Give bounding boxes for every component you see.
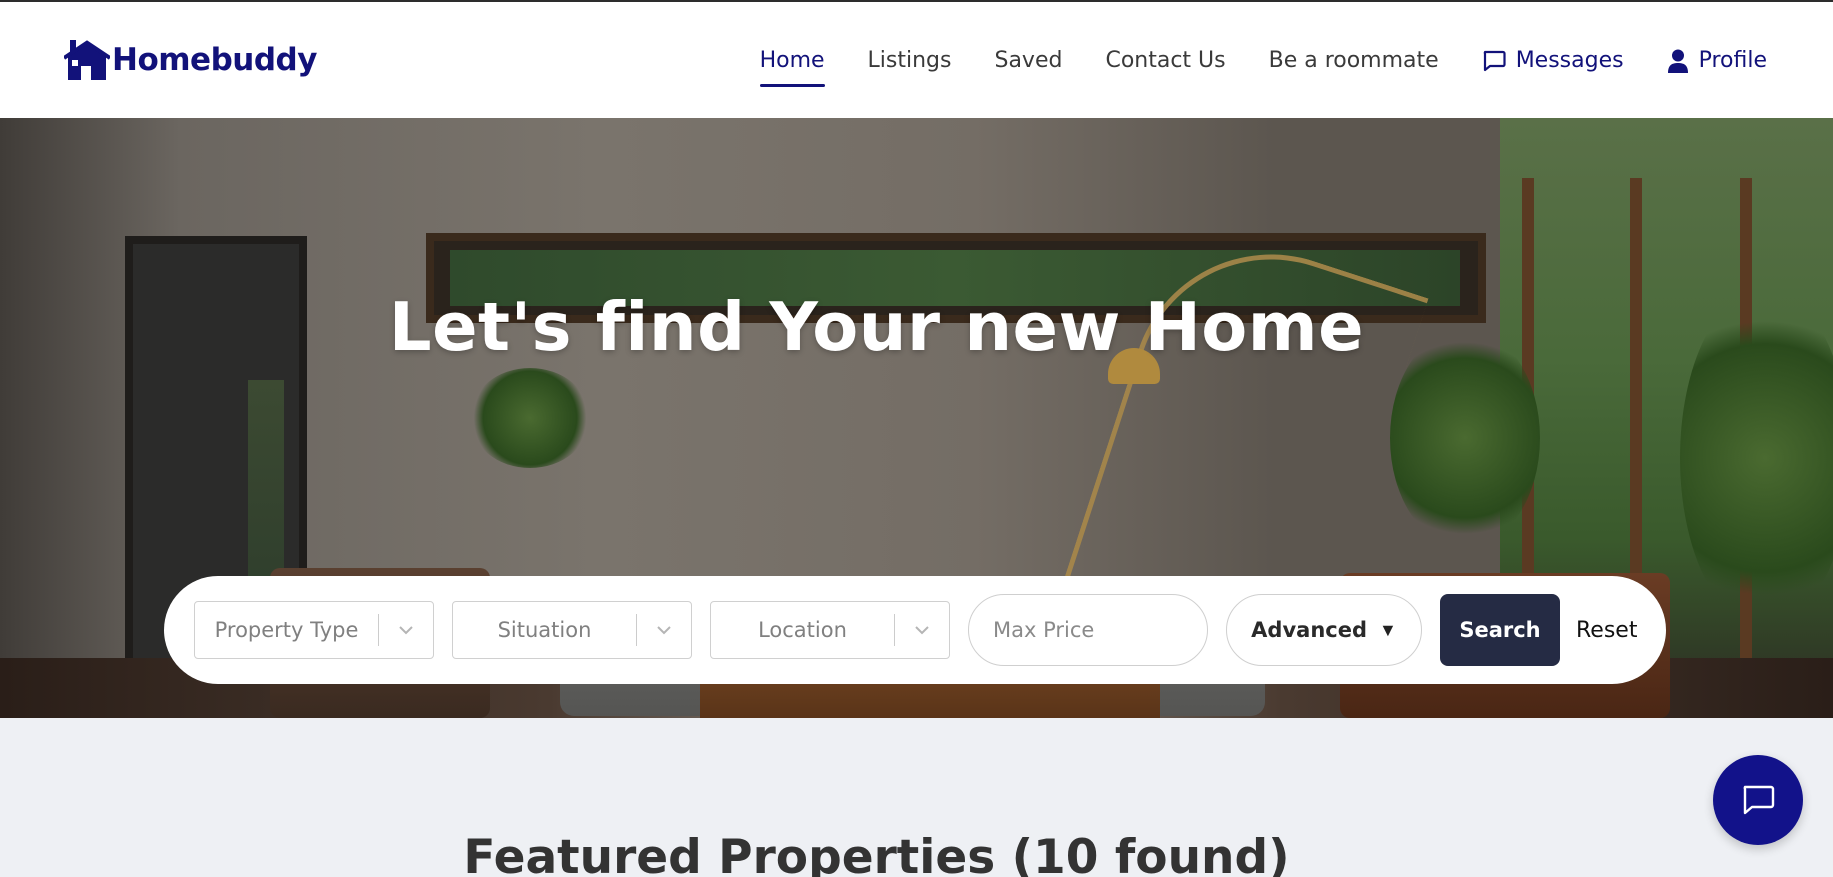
nav-contact-us[interactable]: Contact Us [1105, 48, 1225, 73]
max-price-input[interactable]: Max Price [968, 594, 1208, 666]
chat-bubble-icon [1483, 50, 1506, 71]
nav-saved[interactable]: Saved [994, 48, 1062, 73]
location-select[interactable]: Location [710, 601, 950, 659]
reset-button-label: Reset [1576, 617, 1638, 643]
search-button[interactable]: Search [1440, 594, 1560, 666]
nav-listings[interactable]: Listings [868, 48, 952, 73]
max-price-placeholder: Max Price [993, 618, 1095, 642]
main-nav: Home Listings Saved Contact Us Be a room… [759, 48, 1767, 87]
property-type-select[interactable]: Property Type [194, 601, 434, 659]
nav-profile[interactable]: Profile [1667, 48, 1767, 73]
advanced-filters-button[interactable]: Advanced ▼ [1226, 594, 1422, 666]
location-placeholder: Location [758, 618, 847, 642]
brand-name: Homebuddy [112, 42, 317, 78]
top-navbar: Homebuddy Home Listings Saved Contact Us… [0, 2, 1833, 118]
chat-bubble-icon [1743, 785, 1775, 815]
situation-placeholder: Situation [497, 618, 592, 642]
user-icon [1667, 49, 1688, 73]
hero-title: Let's find Your new Home [388, 288, 1365, 366]
nav-profile-label: Profile [1698, 48, 1767, 73]
search-button-label: Search [1459, 618, 1541, 642]
featured-properties-heading: Featured Properties (10 found) [463, 830, 1290, 877]
nav-messages-label: Messages [1515, 48, 1624, 73]
chevron-down-icon[interactable] [895, 625, 949, 635]
chat-fab-button[interactable] [1713, 755, 1803, 845]
chevron-down-icon[interactable] [379, 625, 433, 635]
reset-button[interactable]: Reset [1576, 594, 1637, 666]
nav-messages[interactable]: Messages [1482, 48, 1624, 73]
brand-logo[interactable]: Homebuddy [64, 38, 317, 82]
plant-decor [470, 368, 590, 468]
chevron-down-icon[interactable] [637, 625, 691, 635]
property-type-placeholder: Property Type [214, 618, 359, 642]
nav-be-a-roommate[interactable]: Be a roommate [1269, 48, 1439, 73]
hero-banner: Let's find Your new Home Property Type S… [0, 118, 1833, 718]
house-logo-icon [64, 40, 110, 80]
caret-down-icon: ▼ [1379, 619, 1397, 640]
search-bar: Property Type Situation Location Max Pri… [164, 576, 1666, 684]
advanced-label: Advanced [1251, 618, 1367, 642]
situation-select[interactable]: Situation [452, 601, 692, 659]
nav-home[interactable]: Home [759, 48, 825, 87]
